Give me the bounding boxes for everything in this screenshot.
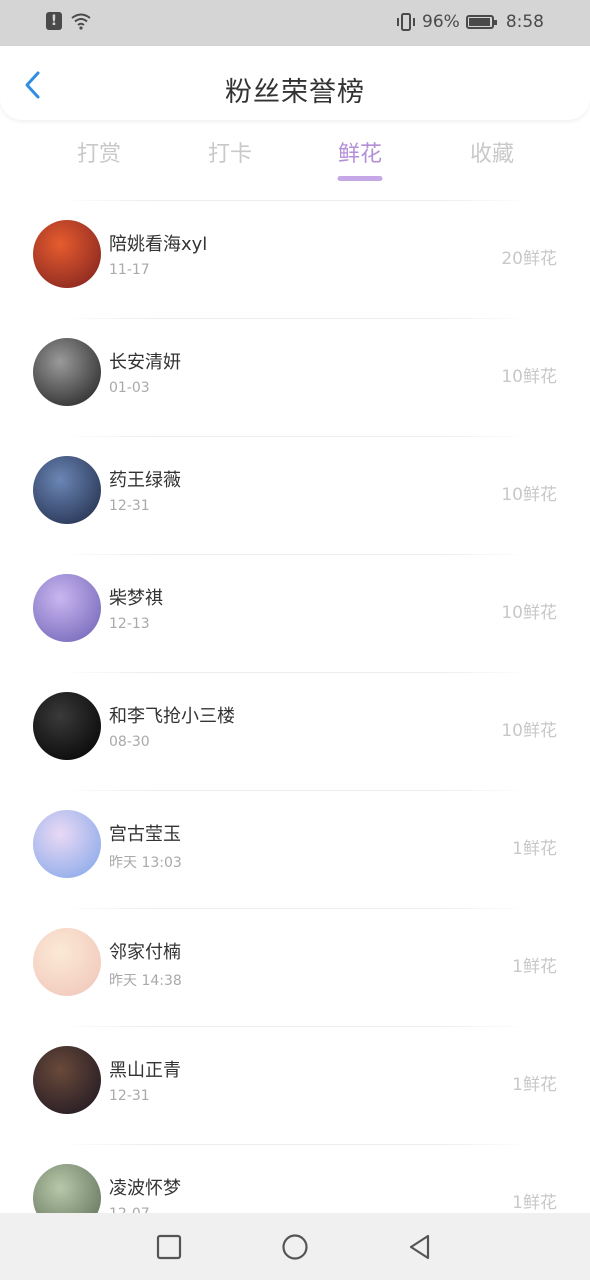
flower-count: 10鲜花 bbox=[501, 721, 557, 741]
fan-name: 宫古莹玉 bbox=[109, 824, 181, 845]
wifi-icon bbox=[71, 13, 91, 30]
list-item[interactable]: 陪姚看海xyl 11-17 20鲜花 bbox=[0, 200, 590, 318]
avatar[interactable] bbox=[33, 456, 101, 524]
divider bbox=[60, 1026, 530, 1027]
fan-date: 12-31 bbox=[109, 1088, 150, 1104]
divider bbox=[60, 790, 530, 791]
avatar[interactable] bbox=[33, 692, 101, 760]
flower-count: 1鲜花 bbox=[512, 1075, 557, 1095]
status-right: 96% 8:58 bbox=[396, 12, 544, 32]
list-item[interactable]: 长安清妍 01-03 10鲜花 bbox=[0, 318, 590, 436]
system-nav-bar bbox=[0, 1213, 590, 1280]
fan-name: 陪姚看海xyl bbox=[109, 234, 208, 255]
tab-favorites[interactable]: 收藏 bbox=[432, 136, 552, 168]
battery-percent: 96% bbox=[422, 12, 460, 32]
list-item[interactable]: 邻家付楠 昨天 14:38 1鲜花 bbox=[0, 908, 590, 1026]
back-nav-button[interactable] bbox=[406, 1233, 434, 1261]
divider bbox=[60, 1144, 530, 1145]
fan-name: 柴梦祺 bbox=[109, 588, 163, 609]
fan-date: 08-30 bbox=[109, 734, 150, 750]
flower-count: 10鲜花 bbox=[501, 367, 557, 387]
divider bbox=[60, 554, 530, 555]
fan-date: 11-17 bbox=[109, 262, 150, 278]
avatar[interactable] bbox=[33, 810, 101, 878]
fan-ranking-list: 陪姚看海xyl 11-17 20鲜花 长安清妍 01-03 10鲜花 药王绿薇 … bbox=[0, 200, 590, 1213]
list-item[interactable]: 凌波怀梦 12-07 1鲜花 bbox=[0, 1144, 590, 1213]
tab-label: 收藏 bbox=[469, 142, 514, 167]
fan-name: 黑山正青 bbox=[109, 1060, 181, 1081]
avatar[interactable] bbox=[33, 338, 101, 406]
avatar[interactable] bbox=[33, 928, 101, 996]
divider bbox=[60, 318, 530, 319]
tab-bar: 打赏 打卡 鲜花 收藏 bbox=[0, 136, 590, 192]
divider bbox=[60, 672, 530, 673]
divider bbox=[60, 436, 530, 437]
alert-icon: ! bbox=[46, 12, 62, 30]
flower-count: 1鲜花 bbox=[512, 957, 557, 977]
list-item[interactable]: 和李飞抢小三楼 08-30 10鲜花 bbox=[0, 672, 590, 790]
avatar[interactable] bbox=[33, 574, 101, 642]
flower-count: 10鲜花 bbox=[501, 485, 557, 505]
list-item[interactable]: 药王绿薇 12-31 10鲜花 bbox=[0, 436, 590, 554]
tab-checkin[interactable]: 打卡 bbox=[170, 136, 290, 168]
fan-date: 01-03 bbox=[109, 380, 150, 396]
tab-label: 打卡 bbox=[207, 142, 252, 167]
recent-apps-button[interactable] bbox=[155, 1233, 183, 1261]
clock: 8:58 bbox=[505, 12, 544, 32]
home-icon bbox=[282, 1234, 308, 1260]
fan-date: 昨天 13:03 bbox=[109, 855, 182, 871]
fan-date: 12-31 bbox=[109, 498, 150, 514]
fan-date: 12-13 bbox=[109, 616, 150, 632]
status-left: ! bbox=[46, 12, 92, 30]
flower-count: 10鲜花 bbox=[501, 603, 557, 623]
tab-reward[interactable]: 打赏 bbox=[39, 136, 159, 168]
tab-label: 打赏 bbox=[76, 142, 121, 167]
divider bbox=[60, 200, 530, 201]
fan-name: 凌波怀梦 bbox=[109, 1178, 181, 1199]
battery-icon bbox=[465, 15, 497, 29]
vibrate-icon bbox=[397, 13, 416, 31]
list-item[interactable]: 柴梦祺 12-13 10鲜花 bbox=[0, 554, 590, 672]
fan-name: 长安清妍 bbox=[109, 352, 181, 373]
avatar[interactable] bbox=[33, 220, 101, 288]
fan-name: 药王绿薇 bbox=[109, 470, 181, 491]
app-header: 粉丝荣誉榜 bbox=[0, 46, 590, 120]
fan-name: 和李飞抢小三楼 bbox=[109, 706, 235, 727]
status-bar: ! 96% 8:58 bbox=[0, 0, 590, 46]
home-button[interactable] bbox=[281, 1233, 309, 1261]
avatar[interactable] bbox=[33, 1164, 101, 1213]
recent-apps-icon bbox=[156, 1234, 182, 1260]
divider bbox=[60, 908, 530, 909]
avatar[interactable] bbox=[33, 1046, 101, 1114]
flower-count: 1鲜花 bbox=[512, 839, 557, 859]
flower-count: 1鲜花 bbox=[512, 1193, 557, 1213]
fan-date: 12-07 bbox=[109, 1206, 150, 1213]
list-item[interactable]: 黑山正青 12-31 1鲜花 bbox=[0, 1026, 590, 1144]
tab-flowers[interactable]: 鲜花 bbox=[300, 136, 420, 181]
page-title: 粉丝荣誉榜 bbox=[225, 77, 365, 108]
list-item[interactable]: 宫古莹玉 昨天 13:03 1鲜花 bbox=[0, 790, 590, 908]
back-triangle-icon bbox=[409, 1234, 430, 1260]
flower-count: 20鲜花 bbox=[501, 249, 557, 269]
tab-underline bbox=[337, 176, 383, 181]
fan-date: 昨天 14:38 bbox=[109, 973, 182, 989]
tab-label: 鲜花 bbox=[337, 142, 382, 167]
fan-name: 邻家付楠 bbox=[109, 942, 181, 963]
